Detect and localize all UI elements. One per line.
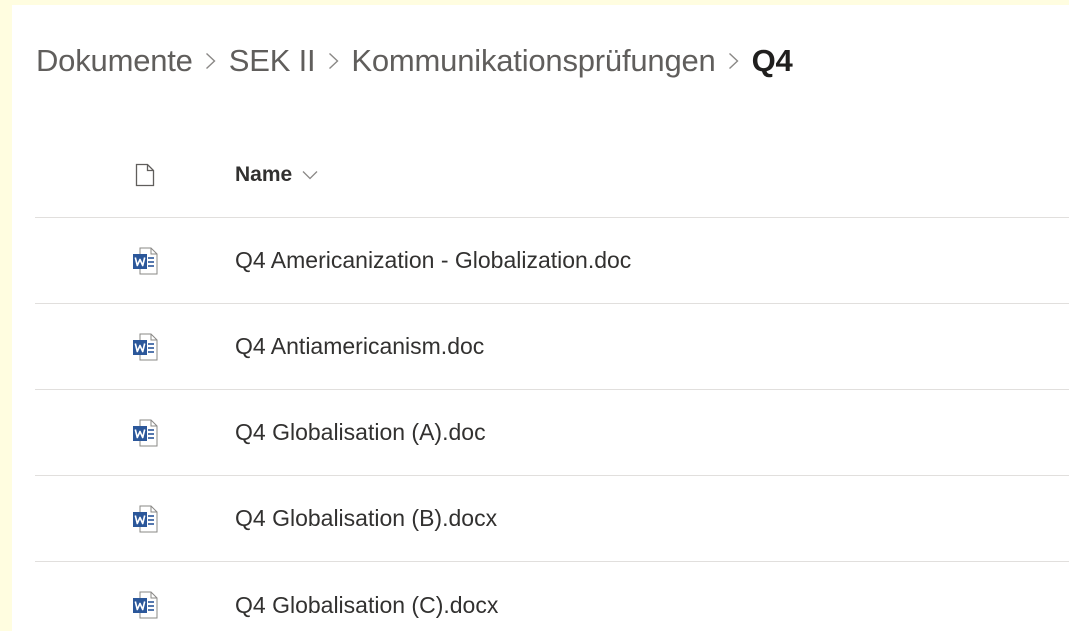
name-column-label: Name [235, 162, 293, 186]
file-name-link[interactable]: Q4 Antiamericanism.doc [235, 333, 484, 360]
breadcrumb-current-folder: Q4 [751, 43, 793, 78]
document-icon [129, 159, 161, 191]
breadcrumb-item-sek-ii[interactable]: SEK II [229, 43, 316, 79]
word-file-icon [129, 245, 161, 277]
file-row[interactable]: Q4 Antiamericanism.doc [35, 304, 1069, 390]
file-name-link[interactable]: Q4 Americanization - Globalization.doc [235, 247, 631, 274]
word-file-icon [129, 331, 161, 363]
chevron-right-icon [193, 39, 229, 83]
breadcrumb: Dokumente SEK II Kommunikationsprüfungen… [36, 39, 793, 83]
file-row[interactable]: Q4 Globalisation (C).docx [35, 562, 1069, 631]
document-library: Dokumente SEK II Kommunikationsprüfungen… [12, 5, 1069, 631]
breadcrumb-item-kommunikationspruefungen[interactable]: Kommunikationsprüfungen [351, 43, 715, 79]
file-list: Name Q4 Americanization - Globalization.… [35, 132, 1069, 631]
file-row[interactable]: Q4 Americanization - Globalization.doc [35, 218, 1069, 304]
file-name-link[interactable]: Q4 Globalisation (C).docx [235, 592, 498, 619]
word-file-icon [129, 589, 161, 621]
file-row[interactable]: Q4 Globalisation (B).docx [35, 476, 1069, 562]
chevron-down-icon [302, 170, 318, 180]
file-list-header: Name [35, 132, 1069, 218]
file-name-link[interactable]: Q4 Globalisation (A).doc [235, 419, 486, 446]
name-column-header[interactable]: Name [235, 163, 318, 187]
file-name-link[interactable]: Q4 Globalisation (B).docx [235, 505, 497, 532]
file-row[interactable]: Q4 Globalisation (A).doc [35, 390, 1069, 476]
chevron-right-icon [716, 39, 752, 83]
breadcrumb-item-dokumente[interactable]: Dokumente [36, 43, 193, 79]
chevron-right-icon [315, 39, 351, 83]
word-file-icon [129, 417, 161, 449]
word-file-icon [129, 503, 161, 535]
